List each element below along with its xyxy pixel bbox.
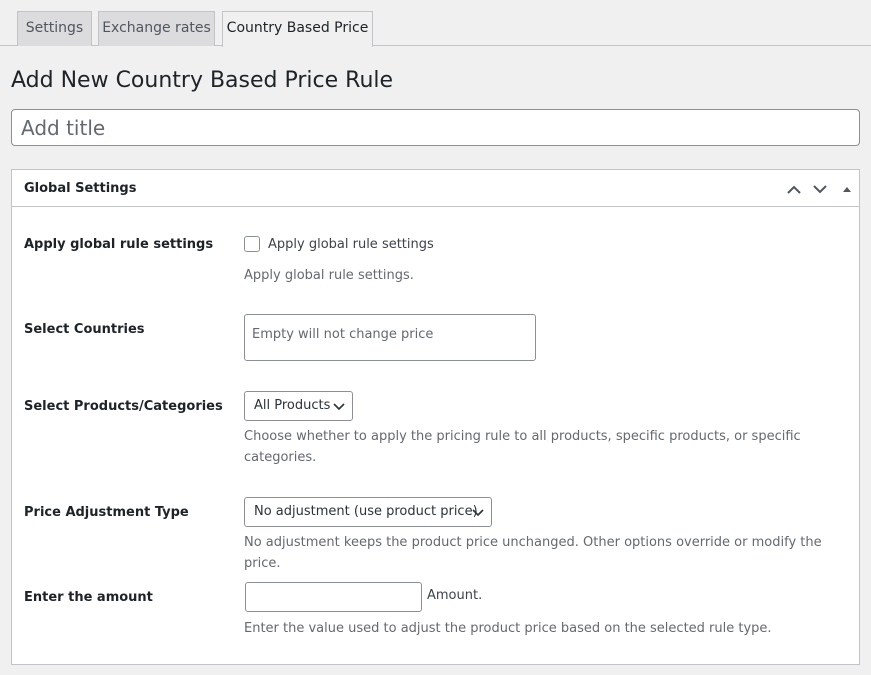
products-description-line2: categories. (244, 450, 317, 465)
page-title: Add New Country Based Price Rule (11, 68, 394, 93)
products-label: Select Products/Categories (24, 399, 223, 414)
global-rule-label: Apply global rule settings (24, 237, 214, 252)
global-rule-checkbox-label[interactable]: Apply global rule settings (268, 236, 434, 253)
chevron-down-icon (472, 509, 484, 517)
tab-country-based-price[interactable]: Country Based Price (222, 11, 373, 47)
products-selected: All Products (254, 398, 331, 413)
postbox-title: Global Settings (24, 181, 137, 196)
adjustment-description: No adjustment keeps the product price un… (244, 535, 822, 571)
countries-select[interactable]: Empty will not change price (244, 314, 536, 361)
adjustment-selected: No adjustment (use product price) (254, 504, 478, 519)
countries-label: Select Countries (24, 322, 145, 337)
title-input[interactable] (11, 109, 860, 146)
amount-label: Enter the amount (24, 590, 153, 605)
postbox-header: Global Settings (12, 170, 859, 207)
triangle-up-icon[interactable] (837, 179, 857, 199)
global-rule-checkbox[interactable] (244, 236, 260, 252)
tab-exchange-rates[interactable]: Exchange rates (98, 11, 215, 46)
products-select[interactable]: All Products (244, 391, 353, 421)
adjustment-select[interactable]: No adjustment (use product price) (244, 497, 492, 527)
countries-placeholder: Empty will not change price (252, 327, 434, 342)
global-settings-box: Global Settings Apply global rule settin… (11, 169, 860, 665)
amount-suffix: Amount. (427, 588, 483, 603)
global-rule-description: Apply global rule settings. (244, 268, 414, 283)
tab-settings[interactable]: Settings (17, 11, 92, 46)
amount-description: Enter the value used to adjust the produ… (244, 621, 772, 636)
chevron-down-icon (333, 403, 345, 411)
chevron-down-icon[interactable] (810, 179, 830, 199)
products-description-line1: Choose whether to apply the pricing rule… (244, 429, 801, 444)
chevron-up-icon[interactable] (784, 179, 804, 199)
amount-input[interactable] (245, 582, 422, 612)
adjustment-label: Price Adjustment Type (24, 505, 189, 520)
settings-tabs: Settings Exchange rates Country Based Pr… (0, 0, 871, 47)
